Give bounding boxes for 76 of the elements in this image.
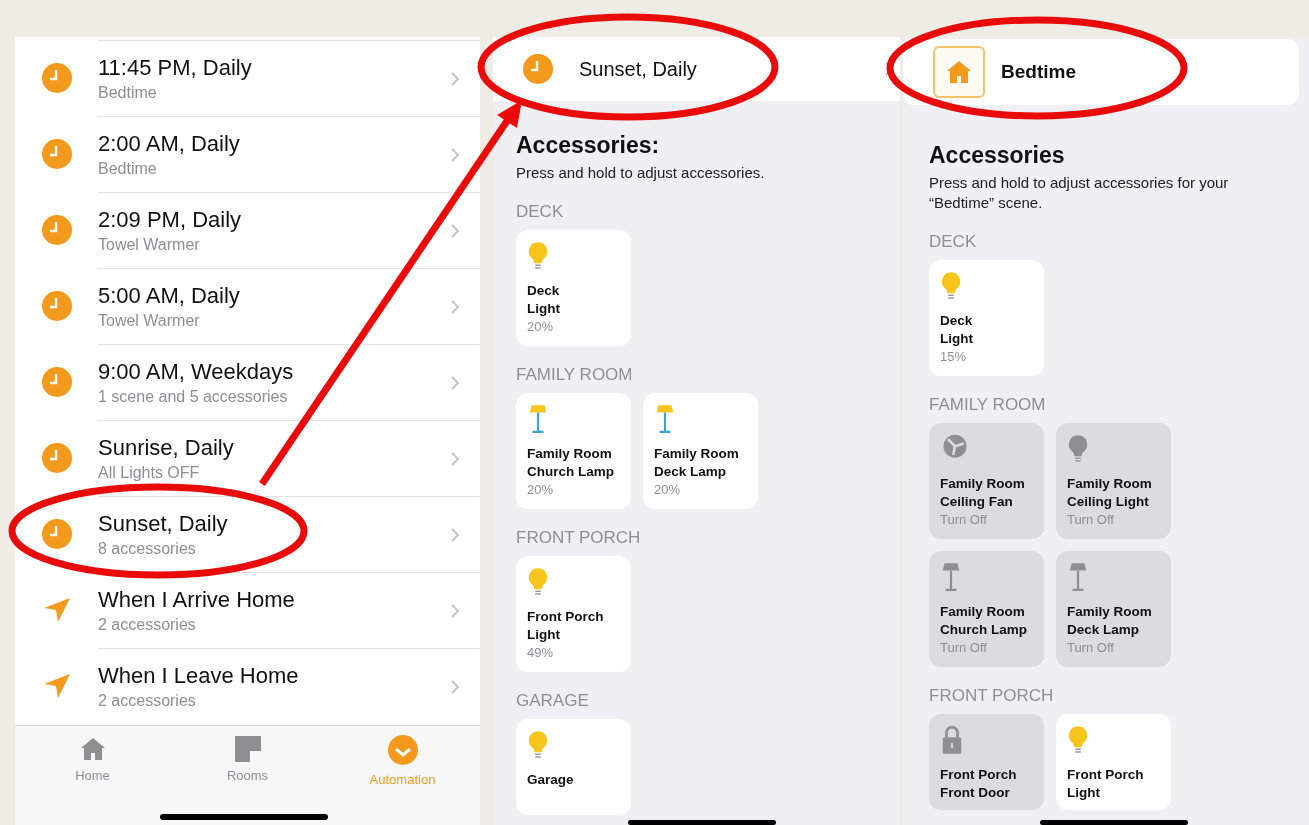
accessory-tile[interactable]: Family Room Ceiling Light Turn Off [1056,423,1171,539]
clock-icon [523,54,553,84]
automation-title: 2:00 AM, Daily [98,129,241,158]
automation-title: 5:00 AM, Daily [98,281,241,310]
accessory-tile[interactable]: Garage [516,719,631,815]
instruction-text: Press and hold to adjust accessories. [516,163,766,183]
floor-lamp-icon [527,403,549,435]
floor-lamp-icon [1067,561,1089,593]
rooms-icon [232,734,263,764]
automation-row[interactable]: 2:00 AM, Daily Bedtime [15,116,480,192]
room-label: GARAGE [516,691,590,711]
section-heading: Accessories [929,141,1066,169]
header-title: Bedtime [1001,59,1076,84]
accessory-tile[interactable]: Deck Light 20% [516,230,631,346]
light-bulb-icon [1067,724,1089,756]
automation-subtitle: 1 scene and 5 accessories [98,386,289,407]
header-title: Sunset, Daily [579,57,697,82]
accessory-tile[interactable]: Front Porch Light 49% [516,556,631,672]
room-label: DECK [516,202,565,222]
automation-title: Sunset, Daily [98,509,229,538]
accessory-tile[interactable]: Front Porch Light [1056,714,1171,810]
light-bulb-icon [1067,433,1089,465]
floor-lamp-icon [940,561,962,593]
automation-subtitle: 2 accessories [98,614,197,635]
clock-icon [41,291,72,321]
automation-subtitle: Towel Warmer [98,310,201,331]
automation-title: When I Arrive Home [98,585,296,614]
accessory-tile[interactable]: Family Room Deck Lamp 20% [643,393,758,509]
automation-subtitle: 8 accessories [98,538,197,559]
automation-row[interactable]: 11:45 PM, Daily Bedtime [15,40,480,116]
instruction-text: Press and hold to adjust accessories for your “Bedtime” scene. [929,173,1230,213]
room-label: FRONT PORCH [516,528,642,548]
automation-row[interactable]: When I Leave Home 2 accessories [15,648,480,724]
clock-icon [41,139,72,169]
light-bulb-icon [527,240,549,272]
clock-icon [41,519,72,549]
automation-row[interactable]: When I Arrive Home 2 accessories [15,572,480,648]
header-card[interactable]: Bedtime [903,39,1299,105]
accessory-tile[interactable]: Family Room Church Lamp Turn Off [929,551,1044,667]
clock-check-icon [385,734,420,768]
clock-icon [41,443,72,473]
light-bulb-icon [940,270,962,302]
clock-icon [41,63,72,93]
automation-row[interactable]: Sunset, Daily 8 accessories [15,496,480,572]
accessory-tile[interactable]: Family Room Ceiling Fan Turn Off [929,423,1044,539]
light-bulb-icon [527,729,549,761]
automation-subtitle: All Lights OFF [98,462,201,483]
accessory-tile[interactable]: Family Room Deck Lamp Turn Off [1056,551,1171,667]
clock-icon [41,215,72,245]
room-label: FRONT PORCH [929,686,1055,706]
accessory-tile[interactable]: Deck Light 15% [929,260,1044,376]
automation-title: Sunrise, Daily [98,433,235,462]
automation-title: 2:09 PM, Daily [98,205,243,234]
room-label: FAMILY ROOM [516,365,634,385]
room-label: FAMILY ROOM [929,395,1047,415]
section-heading: Accessories: [516,131,661,159]
accessory-tile[interactable]: Family Room Church Lamp 20% [516,393,631,509]
light-bulb-icon [527,566,549,598]
accessory-tile[interactable]: Front Porch Front Door [929,714,1044,810]
automation-title: When I Leave Home [98,661,300,690]
automation-row[interactable]: 5:00 AM, Daily Towel Warmer [15,268,480,344]
automation-subtitle: 2 accessories [98,690,197,711]
room-label: DECK [929,232,978,252]
automation-subtitle: Bedtime [98,158,158,179]
automation-row[interactable]: 9:00 AM, Weekdays 1 scene and 5 accessories [15,344,480,420]
automation-row[interactable]: 2:09 PM, Daily Towel Warmer [15,192,480,268]
clock-icon [41,367,72,397]
padlock-icon [940,724,964,756]
automation-subtitle: Towel Warmer [98,234,201,255]
house-icon [933,46,985,98]
header-bar[interactable]: Sunset, Daily [493,37,900,101]
automation-title: 9:00 AM, Weekdays [98,357,295,386]
automation-row[interactable]: Sunrise, Daily All Lights OFF [15,420,480,496]
automation-title: 11:45 PM, Daily [98,53,253,82]
automation-subtitle: Bedtime [98,82,158,103]
floor-lamp-icon [654,403,676,435]
